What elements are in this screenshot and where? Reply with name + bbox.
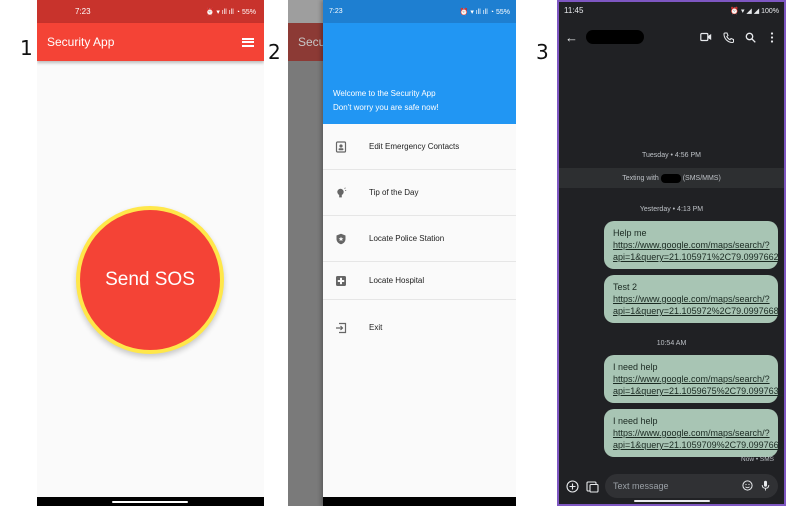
label-3: 3	[536, 40, 549, 64]
nav-bar	[559, 499, 784, 504]
battery-text: 55%	[241, 8, 256, 16]
drawer-item-label: Tip of the Day	[369, 188, 419, 197]
message-text: Test 2	[613, 282, 638, 292]
screen-home: 7:23 ⏰ ▾ ıll ıll ◔ 55% Security App Send…	[37, 0, 264, 506]
gallery-icon[interactable]	[585, 479, 599, 493]
shield-icon	[335, 233, 347, 245]
phone-icon[interactable]	[722, 31, 734, 43]
message-bubble[interactable]: I need help https://www.google.com/maps/…	[604, 409, 784, 457]
scrim-title: Secu	[298, 35, 326, 49]
texting-banner: Texting with (SMS/MMS)	[559, 168, 784, 188]
texting-prefix: Texting with	[622, 174, 659, 182]
message-link[interactable]: https://www.google.com/maps/search/?api=…	[613, 240, 779, 262]
drawer-item-emergency-contacts[interactable]: Edit Emergency Contacts	[323, 124, 516, 170]
status-bar: 7:23 ⏰ ▾ ıll ıll ◔ 55%	[37, 0, 264, 23]
label-2: 2	[268, 40, 281, 64]
more-options-icon[interactable]	[766, 31, 778, 43]
input-actions	[742, 479, 770, 493]
contacts-icon	[335, 140, 347, 153]
battery-text: 55%	[495, 8, 510, 16]
drawer-item-label: Locate Hospital	[369, 276, 425, 285]
search-icon[interactable]	[744, 31, 756, 43]
drawer-item-tip-of-the-day[interactable]: Tip of the Day	[323, 170, 516, 216]
add-icon[interactable]	[565, 479, 579, 493]
drawer-status-bar: 7:23 ⏰ ▾ ıll ıll ◔ 55%	[323, 0, 516, 23]
app-title: Security App	[47, 35, 115, 49]
texting-suffix: (SMS/MMS)	[682, 174, 721, 182]
menu-icon[interactable]	[242, 37, 254, 47]
drawer-subtitle: Don't worry you are safe now!	[333, 103, 439, 112]
message-link[interactable]: https://www.google.com/maps/search/?api=…	[613, 294, 779, 316]
drawer-item-label: Exit	[369, 323, 383, 332]
hospital-icon	[335, 275, 347, 287]
message-input[interactable]: Text message	[605, 474, 778, 498]
message-meta: Now • SMS	[741, 456, 774, 463]
message-link[interactable]: https://www.google.com/maps/search/?api=…	[613, 428, 784, 450]
drawer-welcome: Welcome to the Security App	[333, 89, 436, 98]
status-icons: ⏰ ▾ ıll ıll ◔ 55%	[459, 8, 510, 16]
sos-label: Send SOS	[105, 269, 195, 290]
header-actions	[700, 31, 778, 43]
message-placeholder: Text message	[613, 481, 669, 491]
screen-drawer: Secu 7:23 ⏰ ▾ ıll ıll ◔ 55% Welcome to t…	[288, 0, 516, 506]
status-icons: ⏰ ▾ ıll ıll ◔ 55%	[205, 8, 256, 16]
nav-bar	[323, 497, 516, 506]
battery-text: 100%	[761, 7, 779, 15]
lightbulb-icon	[335, 186, 347, 199]
message-link[interactable]: https://www.google.com/maps/search/?api=…	[613, 374, 784, 396]
drawer-header: Welcome to the Security App Don't worry …	[323, 23, 516, 124]
app-bar: Security App	[37, 23, 264, 61]
drawer-item-label: Edit Emergency Contacts	[369, 142, 460, 151]
redacted-contact-name	[586, 30, 644, 44]
composer: Text message	[559, 471, 784, 501]
screen-messages: 11:45 ⏰ ▾ ◢ ◢ 100% ← Tuesday • 4:56 PM T…	[557, 0, 786, 506]
video-call-icon[interactable]	[700, 31, 712, 43]
date-separator: Tuesday • 4:56 PM	[642, 152, 701, 159]
nav-bar	[37, 497, 264, 506]
home-indicator[interactable]	[634, 500, 710, 502]
message-text: I need help	[613, 416, 658, 426]
drawer-item-label: Locate Police Station	[369, 234, 445, 243]
message-bubble[interactable]: Test 2 https://www.google.com/maps/searc…	[604, 275, 779, 323]
message-bubble[interactable]: Help me https://www.google.com/maps/sear…	[604, 221, 779, 269]
status-bar: 11:45 ⏰ ▾ ◢ ◢ 100%	[559, 2, 784, 19]
time-separator: 10:54 AM	[656, 340, 687, 347]
label-1: 1	[20, 36, 33, 60]
date-separator: Yesterday • 4:13 PM	[639, 206, 704, 213]
redacted-name	[660, 173, 681, 183]
drawer-item-hospital[interactable]: Locate Hospital	[323, 262, 516, 300]
message-text: I need help	[613, 362, 658, 372]
microphone-icon[interactable]	[761, 480, 770, 493]
exit-icon	[335, 322, 347, 334]
nav-drawer: 7:23 ⏰ ▾ ıll ıll ◔ 55% Welcome to the Se…	[323, 0, 516, 506]
status-time: 7:23	[75, 7, 91, 16]
status-icons: ⏰ ▾ ◢ ◢ 100%	[730, 7, 779, 15]
drawer-item-police-station[interactable]: Locate Police Station	[323, 216, 516, 262]
drawer-item-exit[interactable]: Exit	[323, 310, 516, 345]
status-time: 11:45	[564, 6, 584, 15]
back-arrow-icon[interactable]: ←	[565, 30, 578, 45]
emoji-icon[interactable]	[742, 479, 753, 493]
message-bubble[interactable]: I need help https://www.google.com/maps/…	[604, 355, 784, 403]
message-text: Help me	[613, 228, 647, 238]
home-indicator[interactable]	[112, 501, 188, 503]
conversation-header: ←	[559, 19, 784, 55]
stage: 1 2 3 7:23 ⏰ ▾ ıll ıll ◔ 55% Security Ap…	[0, 0, 791, 506]
send-sos-button[interactable]: Send SOS	[76, 206, 224, 354]
status-time: 7:23	[329, 8, 343, 15]
